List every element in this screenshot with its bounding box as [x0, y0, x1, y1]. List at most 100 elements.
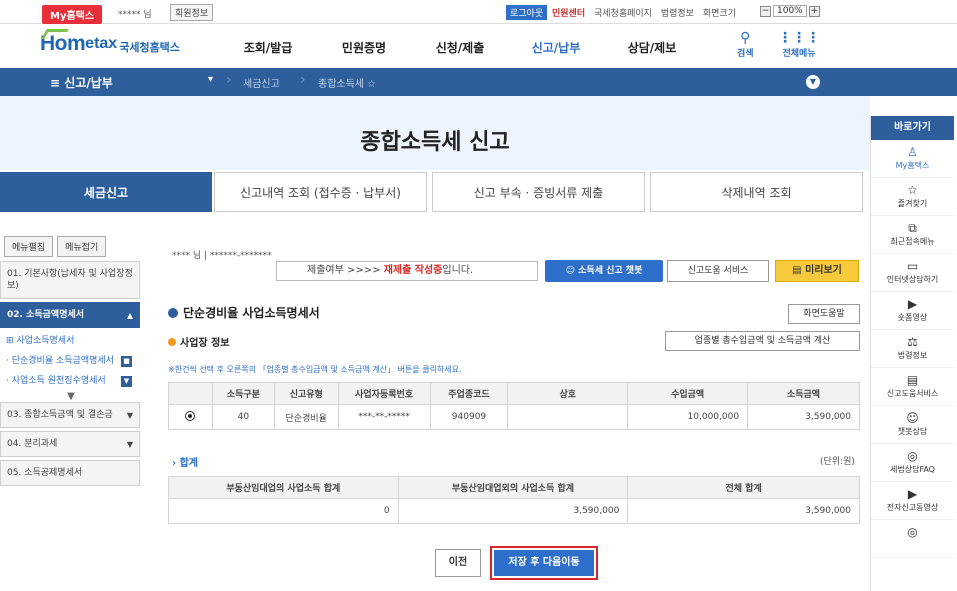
- scroll-down-icon[interactable]: ▼: [0, 391, 142, 402]
- myhometax-link[interactable]: My홈택스: [42, 5, 103, 24]
- menu-toggle-group: 메뉴펼침 메뉴접기: [0, 236, 142, 257]
- quick-law-info[interactable]: ⚖ 법령정보: [871, 330, 954, 368]
- column-header: 전체 합계: [627, 476, 860, 499]
- table-row: 0 3,590,000 3,590,000: [168, 498, 860, 524]
- chevron-up-icon: ▲: [126, 311, 133, 320]
- civil-center-link[interactable]: 민원센터: [552, 9, 585, 19]
- step-03-label: 03. 종합소득금액 및 결손금: [7, 410, 113, 420]
- tab-bar: 세금신고 신고내역 조회 (접수증 · 납부서) 신고 부속 · 증빙서류 제출…: [0, 170, 870, 214]
- quick-tax-faq[interactable]: ◎ 세법상담FAQ: [871, 444, 954, 482]
- menu-application[interactable]: 신청/제출: [412, 39, 508, 56]
- breadcrumb-tax-filing[interactable]: 세금신고: [243, 75, 280, 90]
- more-icon: ◎: [907, 525, 918, 539]
- status-suffix: 입니다.: [442, 265, 474, 276]
- search-button[interactable]: ⚲ 검색: [737, 30, 754, 59]
- quick-label: 법령정보: [897, 351, 928, 360]
- hometax-logo[interactable]: Hom etax 국세청홈택스: [40, 29, 180, 56]
- column-header: 소득금액: [747, 382, 860, 405]
- law-info-link[interactable]: 법령정보: [661, 9, 694, 19]
- title-bullet-icon: [168, 308, 178, 318]
- quick-link-panel: 바로가기 ♙ My홈택스 ☆ 즐겨찾기 ⧉ 최근접속메뉴 ▭ 인터넷상담하기 ▶…: [870, 116, 954, 591]
- calculate-income-button[interactable]: 업종별 총수입금액 및 소득금액 계산: [665, 331, 860, 351]
- nts-homepage-link[interactable]: 국세청홈페이지: [594, 9, 652, 19]
- breadcrumb-income-tax[interactable]: 종합소득세 ☆: [318, 75, 376, 90]
- quick-short-video[interactable]: ▶ 숏폼영상: [871, 292, 954, 330]
- play-icon: ▶: [907, 297, 918, 311]
- section-selector[interactable]: ≡ 신고/납부: [50, 74, 113, 91]
- page-title: 종합소득세 신고: [360, 130, 510, 155]
- quick-label: 전자신고동영상: [886, 503, 939, 512]
- column-header: 주업종코드: [429, 382, 509, 405]
- menu-certificate[interactable]: 민원증명: [316, 39, 412, 56]
- quick-filing-help[interactable]: ▤ 신고도움서비스: [871, 368, 954, 406]
- main-menu: 조회/발급 민원증명 신청/제출 신고/납부 상담/제보: [220, 39, 700, 56]
- sub-withholding-statement[interactable]: · 사업소득 원천징수명세서 ▼: [0, 371, 142, 391]
- zoom-out-button[interactable]: −: [760, 5, 771, 17]
- collapse-toggle-icon[interactable]: ▼: [806, 75, 820, 89]
- quick-e-filing-video[interactable]: ▶ 전자신고동영상: [871, 482, 954, 520]
- section-dropdown-icon[interactable]: ▾: [208, 74, 213, 85]
- step-01-basic-info[interactable]: 01. 기본사항(납세자 및 사업장정보): [0, 261, 140, 299]
- collapse-all-button[interactable]: 메뉴접기: [57, 236, 107, 257]
- zoom-in-button[interactable]: +: [808, 5, 820, 17]
- zoom-value: 100%: [773, 5, 807, 17]
- recent-icon: ⧉: [908, 221, 917, 235]
- column-header: 부동산임대업의 사업소득 합계: [168, 476, 399, 499]
- member-info-button[interactable]: 회원정보: [170, 4, 214, 21]
- tab-deleted-history[interactable]: 삭제내역 조회: [650, 172, 863, 212]
- quick-recent-menu[interactable]: ⧉ 최근접속메뉴: [871, 216, 954, 254]
- quick-favorites[interactable]: ☆ 즐겨찾기: [871, 178, 954, 216]
- step-04-separate-tax[interactable]: 04. 분리과세 ▼: [0, 431, 140, 457]
- expand-all-button[interactable]: 메뉴펼침: [4, 236, 54, 257]
- table-cell: 단순경비율: [273, 404, 339, 430]
- quick-myhometax[interactable]: ♙ My홈택스: [871, 140, 954, 178]
- faq-icon: ◎: [907, 449, 918, 463]
- chatbot-button[interactable]: ☺ 소득세 신고 챗봇: [545, 260, 663, 282]
- step-02-income-statement[interactable]: 02. 소득금액명세서 ▲: [0, 302, 140, 328]
- star-icon: ☆: [907, 183, 918, 197]
- row-select-radio[interactable]: [168, 404, 213, 430]
- menu-consulting[interactable]: 상담/제보: [604, 39, 700, 56]
- tab-tax-filing[interactable]: 세금신고: [0, 172, 212, 212]
- menu-inquiry[interactable]: 조회/발급: [220, 39, 316, 56]
- quick-label: 인터넷상담하기: [886, 275, 939, 284]
- logout-button[interactable]: 로그아웃: [506, 5, 548, 20]
- quick-label: 세법상담FAQ: [890, 465, 935, 474]
- quick-more[interactable]: ◎: [871, 520, 954, 558]
- table-header-row: 부동산임대업의 사업소득 합계 부동산임대업외의 사업소득 합계 전체 합계: [168, 476, 860, 499]
- user-name: ***** 님: [118, 10, 152, 20]
- sub-simple-expense-statement[interactable]: · 단순경비율 소득금액명세서 ■: [0, 351, 142, 371]
- scale-icon: ⚖: [907, 335, 918, 349]
- section-title: 사업장 정보: [168, 334, 229, 349]
- quick-label: 숏폼영상: [897, 313, 928, 322]
- preview-button[interactable]: ▤ 미리보기: [775, 260, 859, 282]
- quick-chatbot[interactable]: ☺ 챗봇상담: [871, 406, 954, 444]
- total-table: 부동산임대업의 사업소득 합계 부동산임대업외의 사업소득 합계 전체 합계 0…: [168, 476, 860, 524]
- step-05-deduction[interactable]: 05. 소득공제명세서: [0, 460, 140, 486]
- quick-internet-consult[interactable]: ▭ 인터넷상담하기: [871, 254, 954, 292]
- tab-attachment-submit[interactable]: 신고 부속 · 증빙서류 제출: [432, 172, 645, 212]
- column-header: 부동산임대업외의 사업소득 합계: [397, 476, 629, 499]
- step-03-total-income[interactable]: 03. 종합소득금액 및 결손금 ▼: [0, 402, 140, 428]
- quick-label: 챗봇상담: [897, 427, 928, 436]
- column-header: 소득구분: [211, 382, 275, 405]
- table-cell: [507, 404, 629, 430]
- status-value: 재제출 작성중: [383, 265, 443, 276]
- left-step-menu: 메뉴펼침 메뉴접기 01. 기본사항(납세자 및 사업장정보) 02. 소득금액…: [0, 236, 142, 591]
- table-cell: 3,590,000: [747, 404, 860, 430]
- menu-filing-payment[interactable]: 신고/납부: [508, 39, 604, 56]
- sub-withholding-label: · 사업소득 원천징수명세서: [6, 376, 106, 386]
- sub-business-income[interactable]: ⊞ 사업소득명세서: [0, 331, 142, 351]
- person-icon: ♙: [907, 145, 918, 159]
- all-menu-button[interactable]: ⋮⋮⋮ 전체메뉴: [778, 30, 820, 59]
- save-and-next-button[interactable]: 저장 후 다음이동: [490, 546, 598, 580]
- screen-help-button[interactable]: 화면도움말: [788, 304, 860, 324]
- filing-help-button[interactable]: 신고도움 서비스: [667, 260, 769, 282]
- step-04-label: 04. 분리과세: [7, 439, 58, 449]
- radio-selected-icon[interactable]: [185, 410, 196, 421]
- table-row[interactable]: 40 단순경비율 ***-**-***** 940909 10,000,000 …: [168, 404, 860, 430]
- tab-filing-history[interactable]: 신고내역 조회 (접수증 · 납부서): [214, 172, 427, 212]
- quick-label: My홈택스: [895, 161, 930, 170]
- previous-button[interactable]: 이전: [435, 549, 481, 577]
- search-label: 검색: [737, 49, 754, 59]
